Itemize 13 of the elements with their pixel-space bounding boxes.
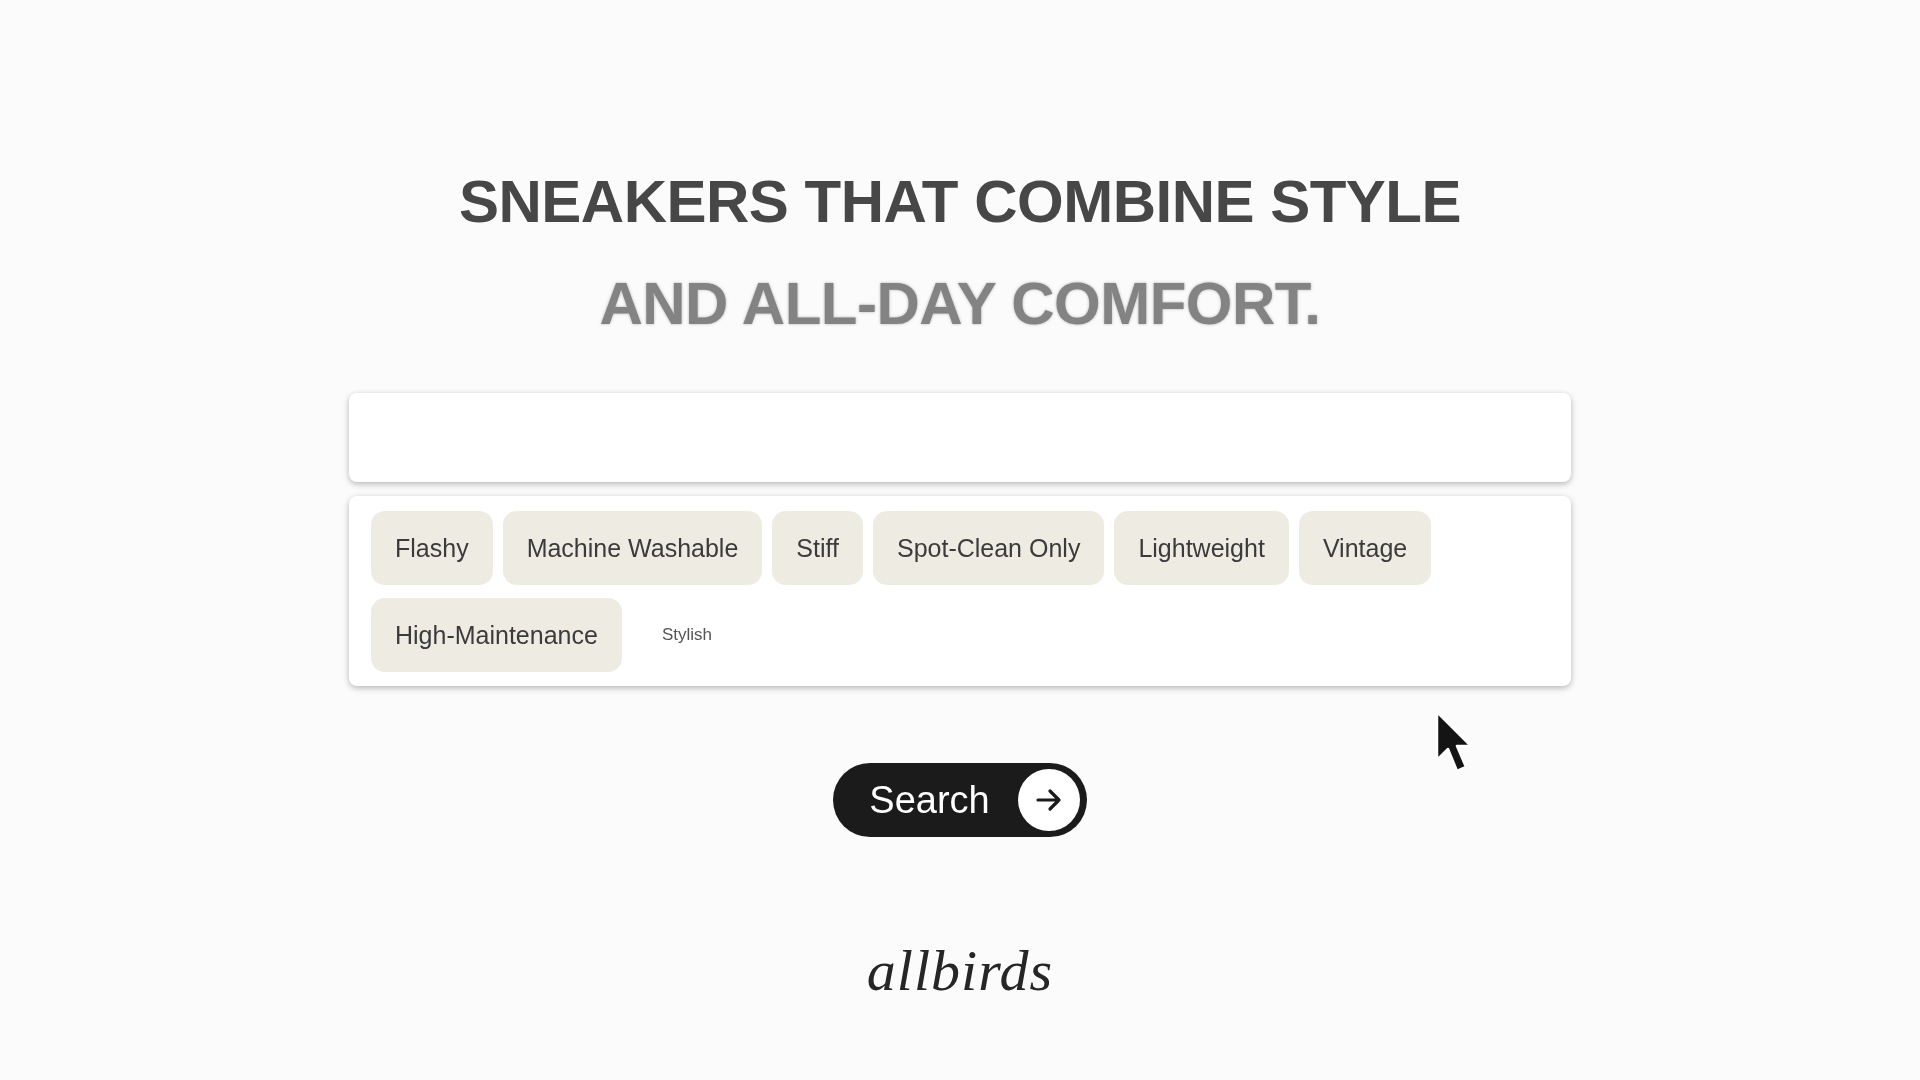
tag-chip[interactable]: Lightweight: [1114, 511, 1289, 585]
search-field[interactable]: [349, 393, 1571, 482]
tag-option[interactable]: Stylish: [661, 621, 712, 649]
tag-chip[interactable]: Vintage: [1298, 511, 1432, 585]
headline-text: SNEAKERS THAT COMBINE STYLE: [458, 167, 1462, 237]
tag-chip[interactable]: Spot-Clean Only: [872, 511, 1105, 585]
logo-wordmark: allbirds: [866, 937, 1054, 1004]
tag-chip[interactable]: High-Maintenance: [371, 598, 622, 672]
tag-chip[interactable]: Stiff: [772, 511, 863, 585]
headline-text: AND ALL-DAY COMFORT.: [599, 269, 1321, 339]
tag-chip[interactable]: Machine Washable: [502, 511, 763, 585]
tag-chip[interactable]: Flashy: [371, 511, 493, 585]
search-button[interactable]: Search: [833, 763, 1087, 837]
